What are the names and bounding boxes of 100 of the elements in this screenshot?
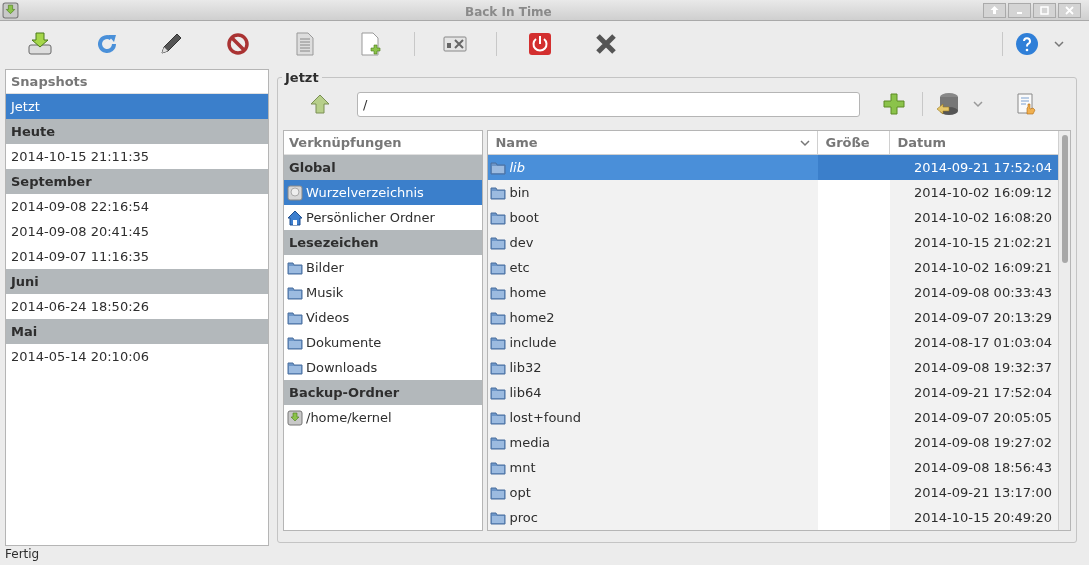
folder-icon xyxy=(490,484,507,501)
shortcut-item[interactable]: Dokumente xyxy=(284,330,482,355)
snapshot-item[interactable]: 2014-05-14 20:10:06 xyxy=(6,344,268,369)
folder-icon xyxy=(287,309,303,326)
arrow-up-icon[interactable] xyxy=(309,93,331,115)
file-date: 2014-10-15 20:49:20 xyxy=(913,508,1052,527)
folder-icon xyxy=(287,284,303,301)
folder-icon xyxy=(490,184,507,201)
shortcut-item[interactable]: Bilder xyxy=(284,255,482,280)
folder-icon xyxy=(490,459,507,476)
download-icon xyxy=(2,1,19,19)
folder-icon xyxy=(287,259,303,276)
file-name: opt xyxy=(509,483,531,502)
shortcut-item[interactable]: Persönlicher Ordner xyxy=(284,205,482,230)
shortcut-item[interactable]: Musik xyxy=(284,280,482,305)
file-date: 2014-09-08 19:27:02 xyxy=(913,433,1052,452)
file-name: lost+found xyxy=(509,408,582,427)
folder-icon xyxy=(490,259,507,276)
file-date: 2014-09-07 20:13:29 xyxy=(913,308,1052,327)
group-header: Mai xyxy=(6,319,268,344)
file-name: home xyxy=(509,283,547,302)
file-date: 2014-08-17 01:03:04 xyxy=(913,333,1052,352)
pencil-icon[interactable] xyxy=(158,31,184,57)
minimize-icon[interactable] xyxy=(1008,2,1031,18)
document-hand-icon[interactable] xyxy=(1015,93,1037,115)
folder-icon xyxy=(490,434,507,451)
file-name: boot xyxy=(509,208,539,227)
folder-icon xyxy=(490,159,507,176)
folder-icon xyxy=(490,384,507,401)
file-date: 2014-09-08 18:56:43 xyxy=(913,458,1052,477)
shortcut-item[interactable]: Videos xyxy=(284,305,482,330)
file-row[interactable]: lib 2014-09-21 17:52:04 xyxy=(488,155,1058,180)
file-date: 2014-09-21 17:52:04 xyxy=(913,158,1052,177)
column-header[interactable]: Name xyxy=(488,131,819,154)
help-icon[interactable] xyxy=(1015,32,1039,56)
folder-icon xyxy=(490,209,507,226)
folder-icon xyxy=(490,509,507,526)
shortcut-item[interactable]: Wurzelverzeichnis xyxy=(284,180,482,205)
new-document-icon[interactable] xyxy=(358,31,384,57)
folder-icon xyxy=(287,334,303,351)
group-header: Heute xyxy=(6,119,268,144)
file-date: 2014-09-21 13:17:00 xyxy=(913,483,1052,502)
file-date: 2014-09-08 19:32:37 xyxy=(913,358,1052,377)
folder-icon xyxy=(490,334,507,351)
sort-caret-icon xyxy=(800,137,811,148)
file-name: bin xyxy=(509,183,530,202)
group-header: Global xyxy=(284,155,482,180)
file-date: 2014-09-08 00:33:43 xyxy=(913,283,1052,302)
chevron-down-icon[interactable] xyxy=(1054,39,1064,49)
snapshot-item[interactable]: 2014-09-07 11:16:35 xyxy=(6,244,268,269)
file-name: dev xyxy=(509,233,534,252)
column-header[interactable]: Datum xyxy=(890,131,1058,154)
drive-icon[interactable] xyxy=(935,91,961,117)
forbidden-icon[interactable] xyxy=(225,31,251,57)
power-icon[interactable] xyxy=(527,31,553,57)
shortcut-item[interactable]: Downloads xyxy=(284,355,482,380)
group-header: Lesezeichen xyxy=(284,230,482,255)
folder-icon xyxy=(490,309,507,326)
file-date: 2014-10-15 21:02:21 xyxy=(913,233,1052,252)
file-name: lib xyxy=(509,158,525,177)
path-field[interactable]: / xyxy=(357,91,860,117)
plus-icon[interactable] xyxy=(883,93,905,115)
snapshot-item[interactable]: Jetzt xyxy=(6,94,268,119)
file-name: lib32 xyxy=(509,358,542,377)
shortcut-item[interactable]: /home/kernel xyxy=(284,405,482,430)
arrow-up-icon[interactable] xyxy=(983,2,1006,18)
file-name: home2 xyxy=(509,308,555,327)
file-date: 2014-10-02 16:09:12 xyxy=(913,183,1052,202)
drive-download-icon[interactable] xyxy=(27,31,53,57)
folder-icon xyxy=(490,234,507,251)
download-icon xyxy=(287,409,303,426)
snapshot-item[interactable]: 2014-10-15 21:11:35 xyxy=(6,144,268,169)
folder-icon xyxy=(490,409,507,426)
status-text: Fertig xyxy=(5,546,40,563)
drive-icon xyxy=(287,184,303,201)
chevron-down-icon[interactable] xyxy=(973,99,983,109)
window-title: Back In Time xyxy=(465,4,552,21)
file-date: 2014-09-21 17:52:04 xyxy=(913,383,1052,402)
folder-icon xyxy=(490,359,507,376)
group-header: Juni xyxy=(6,269,268,294)
file-date: 2014-10-02 16:09:21 xyxy=(913,258,1052,277)
house-icon xyxy=(287,209,303,226)
folder-icon xyxy=(490,284,507,301)
file-date: 2014-10-02 16:08:20 xyxy=(913,208,1052,227)
group-header: Backup-Ordner xyxy=(284,380,482,405)
column-header[interactable]: Größe xyxy=(818,131,891,154)
file-name: mnt xyxy=(509,458,536,477)
folder-icon xyxy=(287,359,303,376)
maximize-icon[interactable] xyxy=(1033,2,1056,18)
file-name: include xyxy=(509,333,557,352)
file-name: media xyxy=(509,433,550,452)
snapshot-item[interactable]: 2014-06-24 18:50:26 xyxy=(6,294,268,319)
file-name: lib64 xyxy=(509,383,542,402)
snapshot-item[interactable]: 2014-09-08 22:16:54 xyxy=(6,194,268,219)
file-date: 2014-09-07 20:05:05 xyxy=(913,408,1052,427)
file-name: proc xyxy=(509,508,538,527)
group-header: September xyxy=(6,169,268,194)
scrollbar[interactable] xyxy=(1058,131,1070,530)
snapshot-item[interactable]: 2014-09-08 20:41:45 xyxy=(6,219,268,244)
file-name: etc xyxy=(509,258,530,277)
